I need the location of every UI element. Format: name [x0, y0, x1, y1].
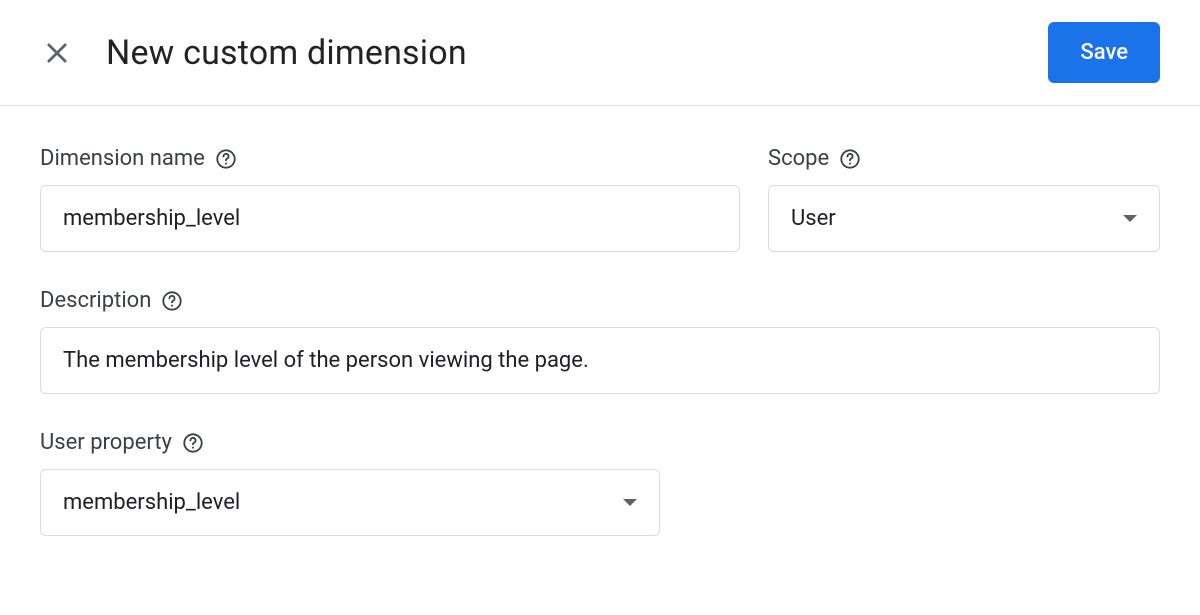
scope-select[interactable]: User: [768, 185, 1160, 252]
dimension-name-label-text: Dimension name: [40, 146, 205, 171]
user-property-label-text: User property: [40, 430, 172, 455]
dialog-title: New custom dimension: [106, 33, 467, 73]
row-user-property: User property membership_level: [40, 430, 1160, 536]
scope-label: Scope: [768, 146, 1160, 171]
close-icon: [43, 39, 71, 67]
scope-label-text: Scope: [768, 146, 829, 171]
description-label-text: Description: [40, 288, 151, 313]
field-user-property: User property membership_level: [40, 430, 660, 536]
dimension-name-input[interactable]: [40, 185, 740, 252]
help-icon[interactable]: [182, 432, 204, 454]
field-scope: Scope User: [768, 146, 1160, 252]
dialog-header: New custom dimension Save: [0, 0, 1200, 106]
field-description: Description: [40, 288, 1160, 394]
form-body: Dimension name Scope: [0, 106, 1200, 536]
help-icon[interactable]: [161, 290, 183, 312]
chevron-down-icon: [1123, 215, 1137, 222]
user-property-selected-value: membership_level: [63, 490, 240, 515]
field-dimension-name: Dimension name: [40, 146, 740, 252]
scope-selected-value: User: [791, 206, 836, 231]
user-property-label: User property: [40, 430, 660, 455]
header-left: New custom dimension: [40, 33, 467, 73]
help-icon[interactable]: [839, 148, 861, 170]
dimension-name-label: Dimension name: [40, 146, 740, 171]
description-label: Description: [40, 288, 1160, 313]
chevron-down-icon: [623, 499, 637, 506]
close-button[interactable]: [40, 36, 74, 70]
description-input[interactable]: [40, 327, 1160, 394]
save-button[interactable]: Save: [1048, 22, 1160, 83]
help-icon[interactable]: [215, 148, 237, 170]
row-description: Description: [40, 288, 1160, 394]
user-property-select[interactable]: membership_level: [40, 469, 660, 536]
row-name-scope: Dimension name Scope: [40, 146, 1160, 252]
